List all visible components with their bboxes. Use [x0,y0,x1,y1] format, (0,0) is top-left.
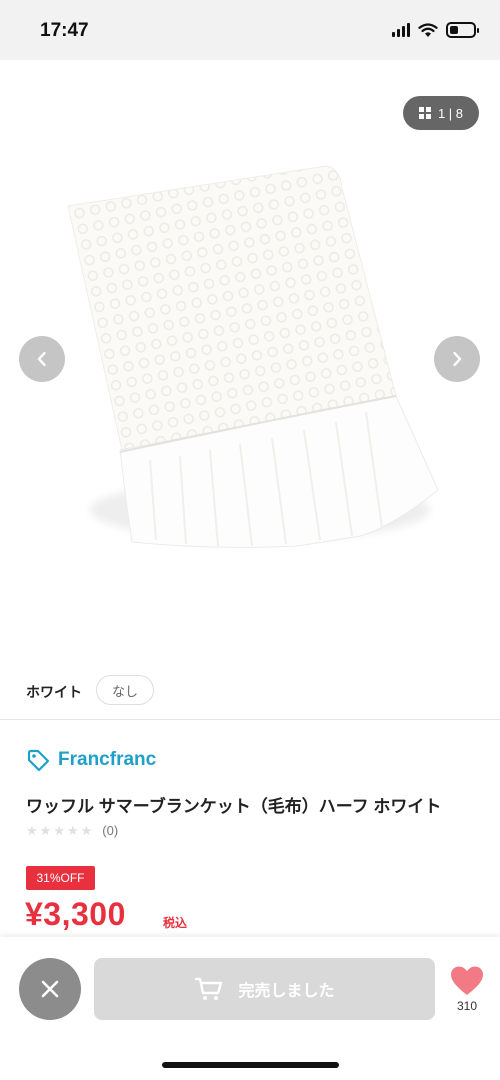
brand-link[interactable]: Francfranc [26,748,156,772]
soldout-button[interactable]: 完売しました [94,958,435,1020]
close-icon [41,980,59,998]
size-option-chip[interactable]: なし [96,675,154,705]
status-time: 17:47 [40,20,89,41]
product-title: ワッフル サマーブランケット（毛布）ハーフ ホワイト [26,797,442,816]
discount-badge: 31%OFF [26,866,95,890]
product-image-gallery[interactable]: 1 | 8 [0,60,500,660]
rating-row[interactable]: ★ ★ ★ ★ ★ (0) [26,823,118,838]
rating-stars-icon: ★ ★ ★ ★ ★ [26,823,93,838]
cellular-signal-icon [392,23,410,37]
wifi-icon [418,22,438,37]
favorite-count: 310 [456,999,478,1013]
product-image [67,165,439,548]
status-bar: 17:47 [0,0,500,60]
battery-icon [446,22,479,38]
chevron-right-icon [453,351,462,367]
tag-icon [27,749,50,772]
cart-icon [195,977,223,1000]
home-indicator [162,1062,339,1068]
chevron-left-icon [37,351,46,367]
heart-icon [451,966,483,995]
tax-label: 税込 [163,916,188,930]
previous-image-button[interactable] [19,336,65,382]
next-image-button[interactable] [434,336,480,382]
color-label: ホワイト [26,684,82,700]
image-counter: 1 | 8 [437,105,464,121]
bottom-action-bar: 完売しました 310 [0,937,500,1080]
close-button[interactable] [19,958,81,1020]
price: ¥3,300 [25,896,126,932]
favorite-button[interactable]: 310 [446,965,488,1017]
review-count: (0) [102,823,119,838]
battery-level [450,26,458,34]
image-counter-button[interactable]: 1 | 8 [403,96,479,130]
variant-selector: ホワイト なし [0,672,500,720]
soldout-label: 完売しました [238,983,335,1000]
grid-icon [418,107,431,119]
brand-name[interactable]: Francfranc [58,749,156,771]
status-icons [392,22,479,38]
